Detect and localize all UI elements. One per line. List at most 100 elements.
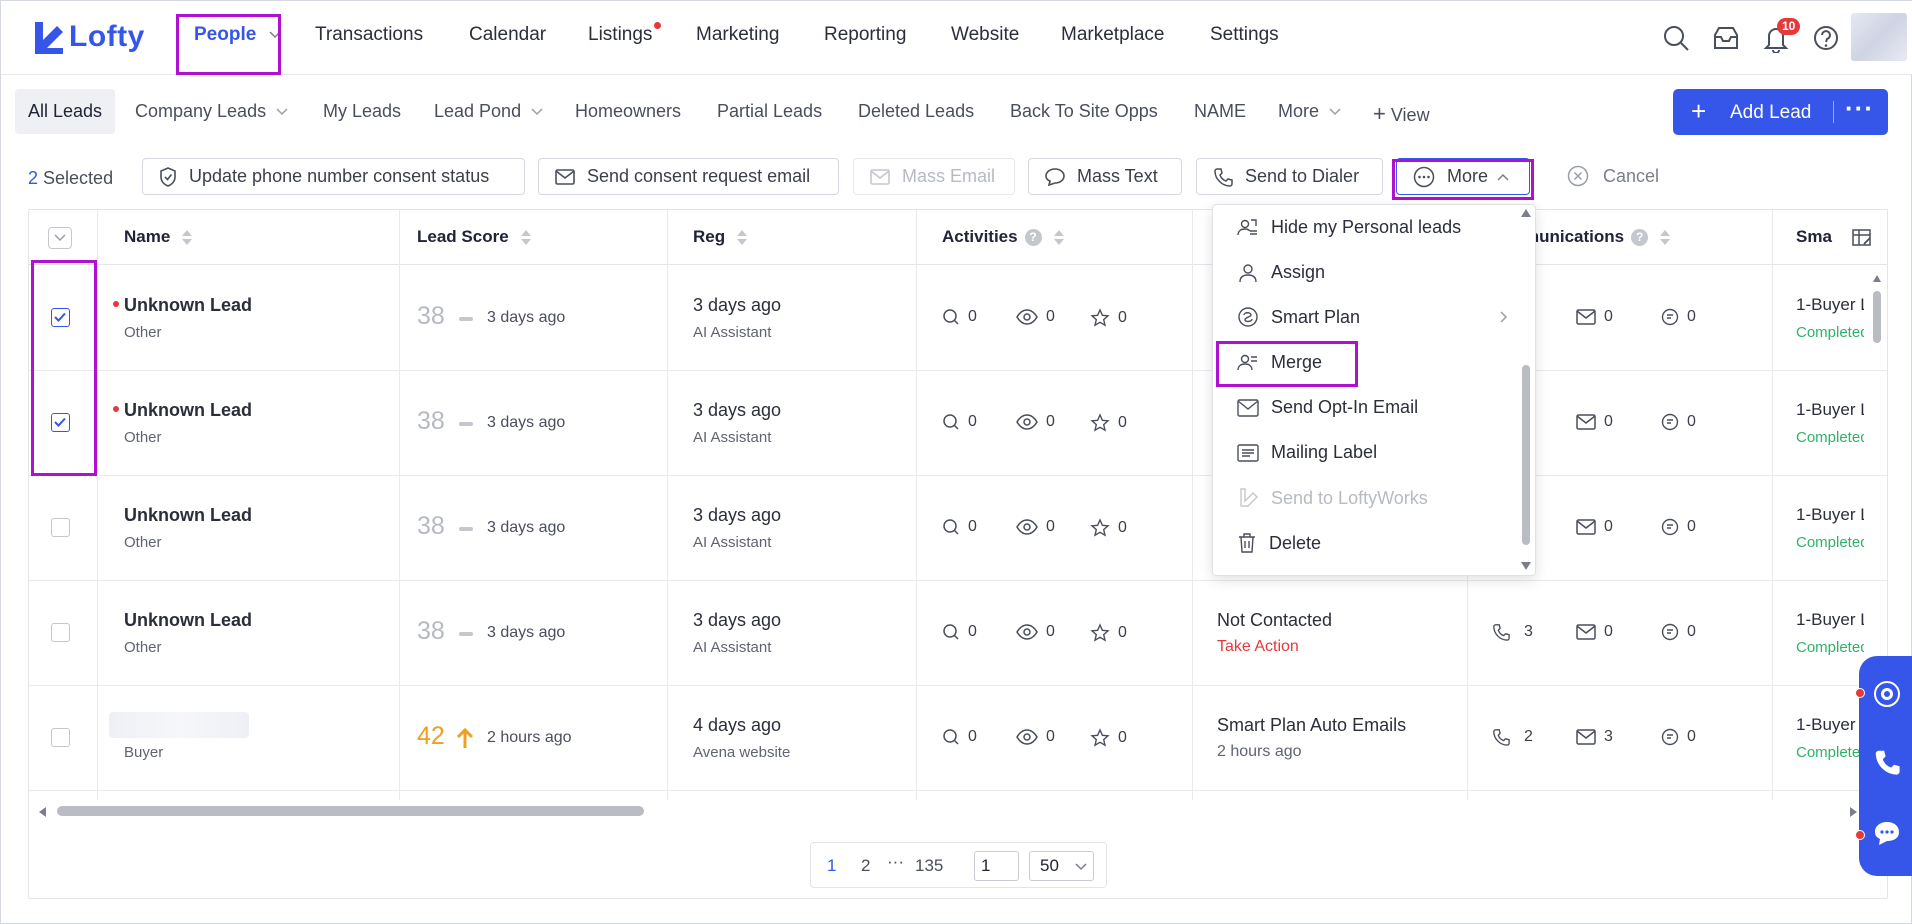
table-row[interactable]: Unknown Lead Other 38 3 days ago 3 days … <box>29 581 1887 686</box>
help-icon[interactable]: ? <box>1024 228 1042 246</box>
smart-plan-name[interactable]: 1-Buyer L <box>1796 505 1864 525</box>
phone-icon[interactable] <box>1873 748 1901 776</box>
tab-add-view[interactable]: + View <box>1373 101 1430 127</box>
column-smart-plan[interactable]: Sma <box>1796 227 1832 247</box>
nav-settings[interactable]: Settings <box>1210 24 1279 46</box>
lofty-logo[interactable]: Lofty <box>33 19 145 55</box>
add-lead-button[interactable]: + Add Lead ··· <box>1673 89 1888 135</box>
lead-type: Other <box>124 639 162 656</box>
nav-reporting[interactable]: Reporting <box>824 24 906 46</box>
table-settings-icon[interactable] <box>1851 227 1873 249</box>
column-activities[interactable]: Activities? <box>942 227 1064 247</box>
sort-icon[interactable] <box>1053 228 1064 246</box>
column-communications[interactable]: munications? <box>1524 227 1671 247</box>
smart-plan-name[interactable]: 1-Buyer L <box>1796 295 1864 315</box>
row-checkbox[interactable] <box>51 623 70 642</box>
table-row[interactable]: Unknown Lead Other 38 3 days ago 3 days … <box>29 371 1887 476</box>
select-all-checkbox[interactable] <box>48 227 72 249</box>
tab-deleted-leads[interactable]: Deleted Leads <box>858 101 974 122</box>
vertical-scroll-thumb[interactable] <box>1873 291 1881 343</box>
search-icon[interactable] <box>1661 23 1691 53</box>
nav-website[interactable]: Website <box>951 24 1019 46</box>
send-consent-email-button[interactable]: Send consent request email <box>538 158 839 195</box>
menu-item-smart-plan[interactable]: Smart Plan <box>1237 306 1508 328</box>
lead-name[interactable]: Unknown Lead <box>124 295 252 316</box>
page-2-link[interactable]: 2 <box>861 856 870 876</box>
menu-item-send-opt-in-email[interactable]: Send Opt-In Email <box>1237 397 1418 418</box>
table-row[interactable]: Buyer 42 2 hours ago 4 days ago Avena we… <box>29 686 1887 791</box>
tab-homeowners[interactable]: Homeowners <box>575 101 681 122</box>
horizontal-scroll-thumb[interactable] <box>57 806 644 816</box>
menu-scroll-up-icon[interactable] <box>1521 209 1531 217</box>
tab-lead-pond[interactable]: Lead Pond <box>434 101 544 122</box>
nav-calendar[interactable]: Calendar <box>469 24 546 46</box>
tab-back-to-site-opps[interactable]: Back To Site Opps <box>1010 101 1158 122</box>
menu-item-mailing-label[interactable]: Mailing Label <box>1237 442 1377 463</box>
inbox-icon[interactable] <box>1711 23 1741 53</box>
selected-count: 2 Selected <box>28 168 113 189</box>
lead-name[interactable]: Unknown Lead <box>124 400 252 421</box>
update-consent-button[interactable]: Update phone number consent status <box>142 158 525 195</box>
page-1-link[interactable]: 1 <box>827 856 836 876</box>
tab-name[interactable]: NAME <box>1194 101 1246 122</box>
page-135-link[interactable]: 135 <box>915 856 943 876</box>
nav-marketing[interactable]: Marketing <box>696 24 779 46</box>
lead-name[interactable]: Unknown Lead <box>124 610 252 631</box>
table-row[interactable]: Unknown Lead Other 38 3 days ago 3 days … <box>29 266 1887 371</box>
column-reg[interactable]: Reg <box>693 227 748 247</box>
mass-text-button[interactable]: Mass Text <box>1028 158 1182 195</box>
send-to-dialer-button[interactable]: Send to Dialer <box>1196 158 1383 195</box>
cancel-button[interactable]: Cancel <box>1567 165 1659 187</box>
row-checkbox[interactable] <box>51 728 70 747</box>
lead-name-redacted[interactable] <box>109 712 249 738</box>
smart-plan-name[interactable]: 1-Buyer L <box>1796 610 1864 630</box>
menu-item-hide-personal-leads[interactable]: Hide my Personal leads <box>1237 217 1461 238</box>
sort-icon[interactable] <box>1660 228 1671 246</box>
lead-name[interactable]: Unknown Lead <box>124 505 252 526</box>
page-size-select[interactable]: 50 <box>1029 851 1094 881</box>
column-name[interactable]: Name <box>124 227 193 247</box>
column-lead-score[interactable]: Lead Score <box>417 227 531 247</box>
call-count: 2 <box>1524 728 1533 745</box>
text-comm: 0 <box>1661 413 1696 431</box>
scroll-up-icon[interactable] <box>1872 274 1882 283</box>
menu-item-send-to-loftyworks[interactable]: Send to LoftyWorks <box>1237 487 1428 509</box>
chat-bubble-icon <box>1661 413 1679 431</box>
menu-item-assign[interactable]: Assign <box>1237 262 1325 283</box>
table-row[interactable]: Unknown Lead Other 38 3 days ago 3 days … <box>29 476 1887 581</box>
nav-marketplace[interactable]: Marketplace <box>1061 24 1165 46</box>
notification-dot <box>1855 688 1865 698</box>
nav-listings[interactable]: Listings <box>588 22 662 46</box>
menu-scroll-down-icon[interactable] <box>1521 562 1531 570</box>
tab-more[interactable]: More <box>1278 101 1342 122</box>
scroll-right-icon[interactable] <box>1849 806 1859 818</box>
horizontal-scrollbar[interactable] <box>29 800 1887 822</box>
sort-icon[interactable] <box>182 228 193 246</box>
smart-plan-name[interactable]: 1-Buyer L <box>1796 400 1864 420</box>
nav-transactions[interactable]: Transactions <box>315 24 423 46</box>
help-icon[interactable]: ? <box>1631 228 1649 246</box>
menu-scroll-thumb[interactable] <box>1522 365 1530 545</box>
more-options-icon[interactable]: ··· <box>1845 93 1874 124</box>
mass-email-button[interactable]: Mass Email <box>853 158 1015 195</box>
avatar[interactable] <box>1851 13 1907 61</box>
ellipsis[interactable]: ··· <box>887 852 904 872</box>
smart-plan-name[interactable]: 1-Buyer <box>1796 715 1864 735</box>
scroll-left-icon[interactable] <box>37 806 47 818</box>
tab-company-leads[interactable]: Company Leads <box>135 101 289 122</box>
tab-my-leads[interactable]: My Leads <box>323 101 401 122</box>
sort-icon[interactable] <box>520 228 531 246</box>
menu-item-delete[interactable]: Delete <box>1237 532 1321 554</box>
sort-icon[interactable] <box>737 228 748 246</box>
close-circle-icon <box>1567 165 1589 187</box>
page-goto-input[interactable]: 1 <box>974 851 1019 881</box>
chat-icon[interactable] <box>1873 820 1901 846</box>
search-count: 0 <box>968 308 977 325</box>
take-action-link[interactable]: Take Action <box>1217 638 1299 656</box>
tab-partial-leads[interactable]: Partial Leads <box>717 101 822 122</box>
help-icon[interactable] <box>1811 23 1841 53</box>
row-checkbox[interactable] <box>51 518 70 537</box>
score-trend-flat-icon <box>459 317 473 321</box>
compass-icon[interactable] <box>1873 680 1901 708</box>
tab-all-leads[interactable]: All Leads <box>15 89 116 134</box>
